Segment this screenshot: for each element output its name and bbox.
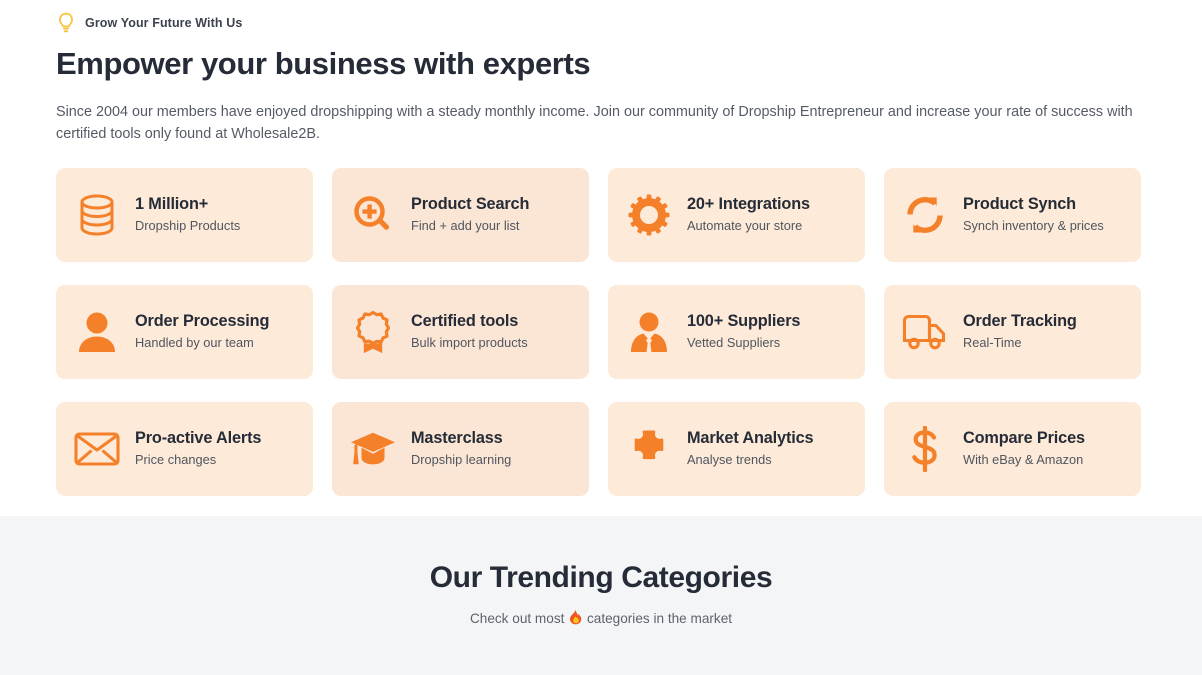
feature-subtitle: Bulk import products (411, 335, 528, 351)
feature-title: Order Tracking (963, 311, 1077, 330)
feature-title: Masterclass (411, 428, 503, 447)
feature-card-certified-tools[interactable]: Certified tools Bulk import products (332, 284, 589, 379)
truck-icon (902, 309, 948, 355)
feature-text: Order Processing Handled by our team (135, 312, 269, 352)
eyebrow-label: Grow Your Future With Us (85, 16, 243, 30)
feature-text: Product Search Find + add your list (411, 195, 529, 235)
feature-grid: 1 Million+ Dropship Products Product Sea… (56, 167, 1146, 496)
feature-card-masterclass[interactable]: Masterclass Dropship learning (332, 401, 589, 496)
search-plus-icon (350, 192, 396, 238)
trending-title: Our Trending Categories (429, 561, 773, 594)
envelope-icon (74, 426, 120, 472)
feature-title: 1 Million+ (135, 194, 209, 213)
feature-text: Product Synch Synch inventory & prices (963, 195, 1104, 235)
feature-title: Pro-active Alerts (135, 428, 262, 447)
feature-card-product-synch[interactable]: Product Synch Synch inventory & prices (884, 167, 1141, 262)
dollar-sign-icon (902, 425, 948, 472)
trending-categories-section: Our Trending Categories Check out most c… (0, 516, 1202, 675)
feature-card-1-million[interactable]: 1 Million+ Dropship Products (56, 167, 313, 262)
feature-subtitle: Vetted Suppliers (687, 335, 781, 351)
feature-text: Certified tools Bulk import products (411, 312, 528, 352)
feature-title: Order Processing (135, 311, 270, 330)
feature-subtitle: Synch inventory & prices (963, 218, 1104, 234)
feature-card-compare-prices[interactable]: Compare Prices With eBay & Amazon (884, 401, 1141, 496)
feature-subtitle: With eBay & Amazon (963, 452, 1084, 468)
feature-subtitle: Price changes (135, 452, 217, 468)
lightbulb-icon (56, 12, 76, 34)
feature-text: 100+ Suppliers Vetted Suppliers (687, 312, 800, 352)
award-ribbon-icon (350, 309, 396, 355)
feature-card-product-search[interactable]: Product Search Find + add your list (332, 167, 589, 262)
trending-subtitle: Check out most categories in the market (0, 610, 1202, 628)
feature-text: Market Analytics Analyse trends (687, 428, 814, 469)
trending-subtitle-after: categories in the market (586, 611, 733, 626)
database-icon (74, 192, 120, 238)
feature-card-proactive-alerts[interactable]: Pro-active Alerts Price changes (56, 401, 313, 496)
fire-icon (569, 610, 582, 628)
gear-icon (626, 192, 672, 238)
eyebrow-tagline: Grow Your Future With Us (56, 11, 1146, 35)
feature-card-integrations[interactable]: 20+ Integrations Automate your store (608, 167, 865, 262)
feature-text: 1 Million+ Dropship Products (135, 195, 240, 235)
feature-text: Masterclass Dropship learning (411, 429, 511, 469)
feature-subtitle: Dropship Products (135, 218, 241, 234)
feature-subtitle: Dropship learning (411, 452, 512, 468)
graduation-cap-icon (350, 426, 396, 472)
businessman-icon (626, 309, 672, 355)
feature-card-order-tracking[interactable]: Order Tracking Real-Time (884, 284, 1141, 379)
feature-card-suppliers[interactable]: 100+ Suppliers Vetted Suppliers (608, 284, 865, 379)
feature-title: 20+ Integrations (687, 194, 810, 213)
feature-subtitle: Find + add your list (411, 218, 520, 234)
trending-subtitle-before: Check out most (469, 611, 565, 626)
feature-title: Market Analytics (687, 428, 814, 447)
feature-text: Compare Prices With eBay & Amazon (963, 429, 1085, 469)
feature-card-order-processing[interactable]: Order Processing Handled by our team (56, 284, 313, 379)
feature-text: Pro-active Alerts Price changes (135, 429, 261, 469)
puzzle-piece-icon (626, 426, 672, 472)
feature-text: 20+ Integrations Automate your store (687, 195, 810, 235)
feature-subtitle: Handled by our team (135, 335, 254, 351)
feature-subtitle: Automate your store (687, 218, 803, 234)
feature-subtitle: Analyse trends (687, 452, 772, 468)
feature-title: Compare Prices (963, 428, 1085, 447)
feature-title: Product Synch (963, 194, 1076, 213)
feature-title: Product Search (411, 194, 530, 213)
feature-text: Order Tracking Real-Time (963, 312, 1077, 352)
feature-card-market-analytics[interactable]: Market Analytics Analyse trends (608, 401, 865, 496)
feature-title: 100+ Suppliers (687, 311, 801, 330)
sync-icon (902, 192, 948, 238)
intro-paragraph: Since 2004 our members have enjoyed drop… (56, 103, 1133, 142)
page-title: Empower your business with experts (56, 46, 591, 81)
feature-title: Certified tools (411, 311, 519, 330)
feature-subtitle: Real-Time (963, 335, 1022, 351)
features-section: Grow Your Future With Us Empower your bu… (0, 0, 1202, 516)
user-icon (74, 309, 120, 355)
page-root: Grow Your Future With Us Empower your bu… (0, 0, 1202, 675)
